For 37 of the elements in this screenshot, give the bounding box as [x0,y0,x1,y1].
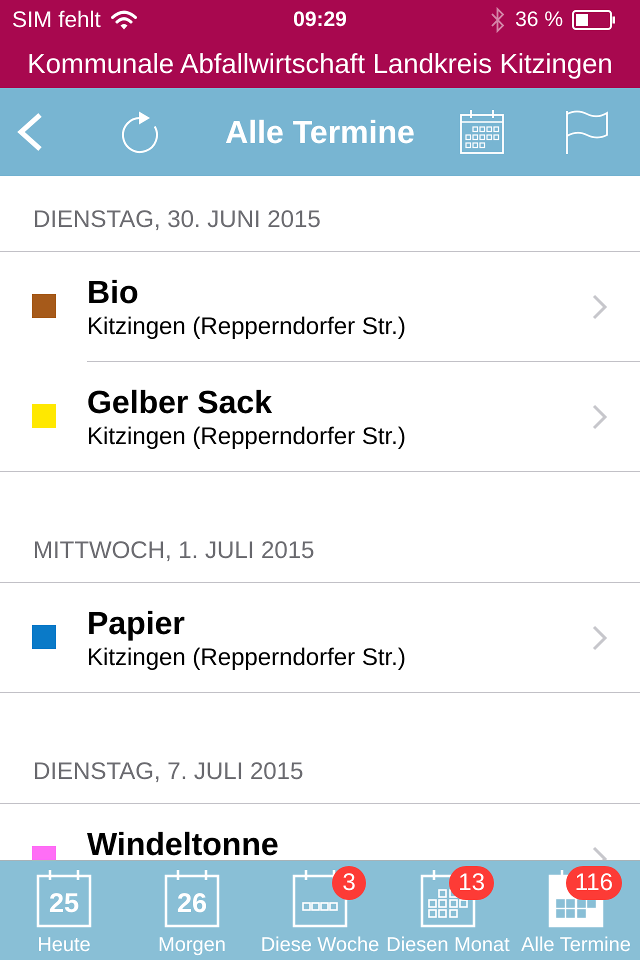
entry-location: Kitzingen (Repperndorfer Str.) [87,423,406,451]
count-badge: 3 [332,866,366,900]
app-title: Kommunale Abfallwirtschaft Landkreis Kitzingen [27,48,613,80]
battery-percent: 36 % [515,8,563,32]
bluetooth-icon [490,6,506,34]
carrier-text: SIM fehlt [12,7,101,33]
tab[interactable]: 116 Alle Termine [512,861,640,960]
entry-title: Gelber Sack [87,383,272,421]
section-date: DIENSTAG, 7. JULI 2015 [33,758,304,786]
calendar-date: 25 [48,887,80,919]
calendar-button[interactable] [459,109,505,155]
entry-title: Papier [87,604,185,642]
count-badge: 13 [449,866,494,900]
entry-title: Bio [87,273,139,311]
entry-location: Kitzingen (Repperndorfer Str.) [87,313,406,341]
entry-location: Kitzingen (Repperndorfer Str.) [87,644,406,672]
screen-title: Alle Termine [225,113,415,151]
chevron-right-icon [592,294,607,320]
refresh-button[interactable] [119,110,161,154]
tab[interactable]: 26 Morgen [128,861,256,960]
count-badge: 116 [566,866,622,900]
chevron-right-icon [592,625,607,651]
calendar-date: 26 [176,887,208,919]
refresh-icon [119,110,161,154]
tab[interactable]: 13 Diesen Monat [384,861,512,960]
wifi-icon [110,10,137,30]
section-date: DIENSTAG, 30. JUNI 2015 [33,206,321,234]
flag-button[interactable] [564,109,608,155]
clock-time: 09:29 [293,8,347,32]
entry-title: Windeltonne [87,825,279,860]
tab[interactable]: 25 Heute [0,861,128,960]
calendar-icon [459,109,505,155]
flag-icon [564,109,608,155]
section-date: MITTWOCH, 1. JULI 2015 [33,537,314,565]
tab[interactable]: 3 Diese Woche [256,861,384,960]
battery-icon [572,10,616,30]
chevron-right-icon [592,404,607,430]
